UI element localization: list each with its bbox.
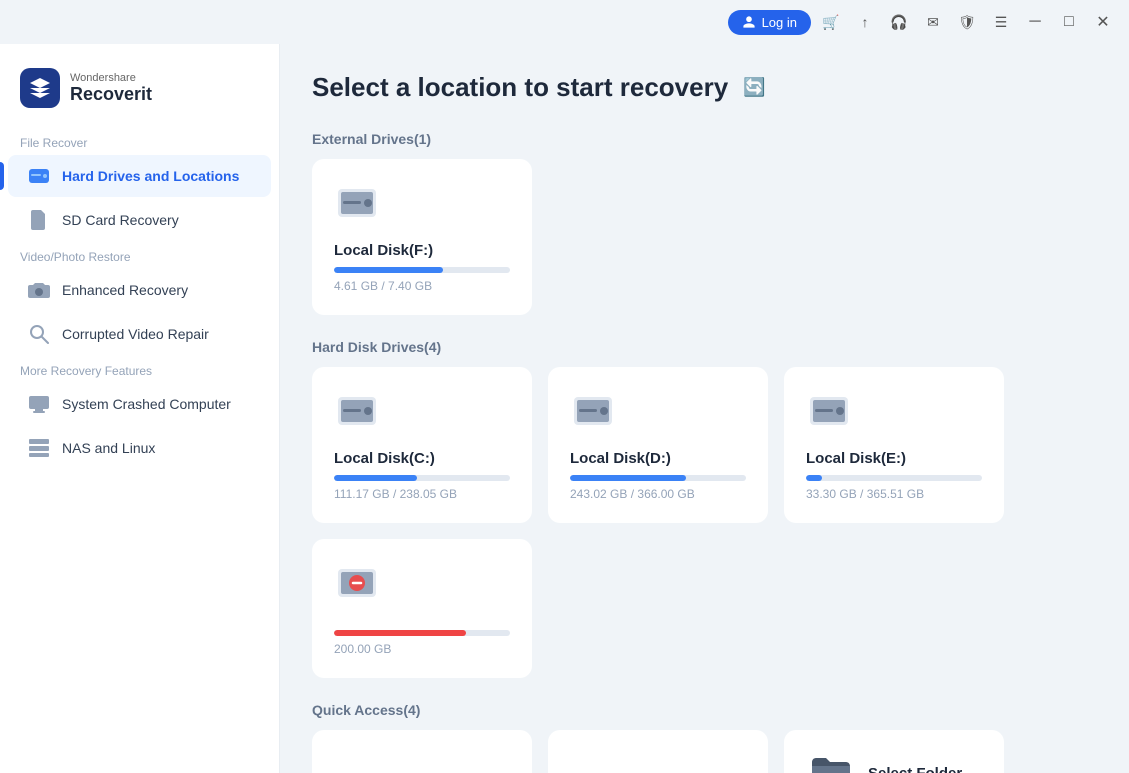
logo-brand: Wondershare	[70, 72, 152, 84]
sidebar-item-label-enhanced: Enhanced Recovery	[62, 282, 188, 298]
quick-card-disk-image[interactable]: Disk Image	[312, 730, 532, 773]
quick-card-desktop[interactable]: Desktop	[548, 730, 768, 773]
logo-text: Wondershare Recoverit	[70, 72, 152, 105]
drive-e-name: Local Disk(E:)	[806, 450, 906, 467]
page-header: Select a location to start recovery 🔄	[312, 72, 1097, 103]
drive-f-size: 4.61 GB / 7.40 GB	[334, 279, 432, 293]
nas-icon	[28, 437, 50, 459]
drive-card-e[interactable]: Local Disk(E:) 33.30 GB / 365.51 GB	[784, 367, 1004, 523]
quick-access-section: Quick Access(4) Disk Image	[312, 702, 1097, 773]
drive-card-d[interactable]: Local Disk(D:) 243.02 GB / 366.00 GB	[548, 367, 768, 523]
drive-e-progress-fill	[806, 475, 822, 481]
hdd-icon	[28, 165, 50, 187]
quick-card-select-folder[interactable]: Select Folder ℹ Can't detect your hard d…	[784, 730, 1004, 773]
external-drives-grid: Local Disk(F:) 4.61 GB / 7.40 GB	[312, 159, 1097, 315]
quick-access-title: Quick Access(4)	[312, 702, 1097, 718]
section-label-more: More Recovery Features	[0, 356, 279, 382]
close-button[interactable]: ✕	[1089, 8, 1117, 36]
sidebar-item-label-hard-drives: Hard Drives and Locations	[62, 168, 239, 184]
drive-c-progress-bar	[334, 475, 510, 481]
drive-d-progress-bar	[570, 475, 746, 481]
external-drives-section: External Drives(1) Local Disk(F:)	[312, 131, 1097, 315]
sd-card-icon	[28, 209, 50, 231]
hard-disk-title: Hard Disk Drives(4)	[312, 339, 1097, 355]
logo-area: Wondershare Recoverit	[0, 60, 279, 128]
drive-card-f[interactable]: Local Disk(F:) 4.61 GB / 7.40 GB	[312, 159, 532, 315]
drive-f-progress-bar	[334, 267, 510, 273]
drive-c-progress-fill	[334, 475, 417, 481]
drive-error-progress-bar	[334, 630, 510, 636]
sidebar-item-label-system-crashed: System Crashed Computer	[62, 396, 231, 412]
drive-c-size: 111.17 GB / 238.05 GB	[334, 487, 457, 501]
titlebar: Log in 🛒 ↑ 🎧 ✉ 🛡 ☰ ─ □ ✕	[0, 0, 1129, 44]
section-label-video: Video/Photo Restore	[0, 242, 279, 268]
monitor-icon	[28, 393, 50, 415]
drive-f-name: Local Disk(F:)	[334, 242, 433, 259]
drive-c-icon	[334, 389, 380, 440]
drive-c-name: Local Disk(C:)	[334, 450, 435, 467]
sidebar-item-system-crashed[interactable]: System Crashed Computer	[8, 383, 271, 425]
minimize-button[interactable]: ─	[1021, 8, 1049, 36]
drive-error-progress-fill	[334, 630, 466, 636]
sidebar-item-hard-drives[interactable]: Hard Drives and Locations	[8, 155, 271, 197]
drive-e-icon	[806, 389, 852, 440]
page-title: Select a location to start recovery	[312, 72, 728, 103]
drive-d-name: Local Disk(D:)	[570, 450, 671, 467]
drive-error-size: 200.00 GB	[334, 642, 391, 656]
sidebar-item-enhanced[interactable]: Enhanced Recovery	[8, 269, 271, 311]
login-button[interactable]: Log in	[728, 10, 811, 35]
quick-card-select-folder-label: Select Folder	[868, 765, 962, 773]
drive-d-icon	[570, 389, 616, 440]
section-label-file-recover: File Recover	[0, 128, 279, 154]
mail-icon[interactable]: ✉	[919, 8, 947, 36]
drive-d-progress-fill	[570, 475, 686, 481]
drive-card-c[interactable]: Local Disk(C:) 111.17 GB / 238.05 GB	[312, 367, 532, 523]
cart-icon[interactable]: 🛒	[817, 8, 845, 36]
drive-f-icon	[334, 181, 380, 232]
logo-name: Recoverit	[70, 84, 152, 105]
shield-icon[interactable]: 🛡	[953, 8, 981, 36]
sidebar-item-label-nas: NAS and Linux	[62, 440, 155, 456]
hard-disk-grid: Local Disk(C:) 111.17 GB / 238.05 GB	[312, 367, 1097, 678]
sidebar-item-label-corrupted: Corrupted Video Repair	[62, 326, 209, 342]
hard-disk-section: Hard Disk Drives(4) Local Di	[312, 339, 1097, 678]
external-drives-title: External Drives(1)	[312, 131, 1097, 147]
drive-e-progress-bar	[806, 475, 982, 481]
magnify-icon	[28, 323, 50, 345]
camera-icon	[28, 279, 50, 301]
titlebar-actions: Log in 🛒 ↑ 🎧 ✉ 🛡 ☰ ─ □ ✕	[728, 8, 1117, 36]
sidebar-item-corrupted[interactable]: Corrupted Video Repair	[8, 313, 271, 355]
sidebar-item-nas[interactable]: NAS and Linux	[8, 427, 271, 469]
app-body: Wondershare Recoverit File Recover Hard …	[0, 44, 1129, 773]
list-icon[interactable]: ☰	[987, 8, 1015, 36]
main-content: Select a location to start recovery 🔄 Ex…	[280, 44, 1129, 773]
refresh-button[interactable]: 🔄	[740, 74, 768, 102]
drive-f-progress-fill	[334, 267, 443, 273]
sidebar-item-label-sd-card: SD Card Recovery	[62, 212, 179, 228]
logo-icon	[20, 68, 60, 108]
headset-icon[interactable]: 🎧	[885, 8, 913, 36]
maximize-button[interactable]: □	[1055, 8, 1083, 36]
drive-e-size: 33.30 GB / 365.51 GB	[806, 487, 924, 501]
sidebar-item-sd-card[interactable]: SD Card Recovery	[8, 199, 271, 241]
drive-card-error[interactable]: 200.00 GB	[312, 539, 532, 678]
drive-error-icon	[334, 561, 380, 612]
sidebar: Wondershare Recoverit File Recover Hard …	[0, 44, 280, 773]
upload-icon[interactable]: ↑	[851, 8, 879, 36]
drive-d-size: 243.02 GB / 366.00 GB	[570, 487, 695, 501]
drive-card-f-inner: Local Disk(F:) 4.61 GB / 7.40 GB	[334, 181, 510, 293]
folder-icon	[810, 752, 852, 773]
quick-access-grid: Disk Image Desktop	[312, 730, 1097, 773]
